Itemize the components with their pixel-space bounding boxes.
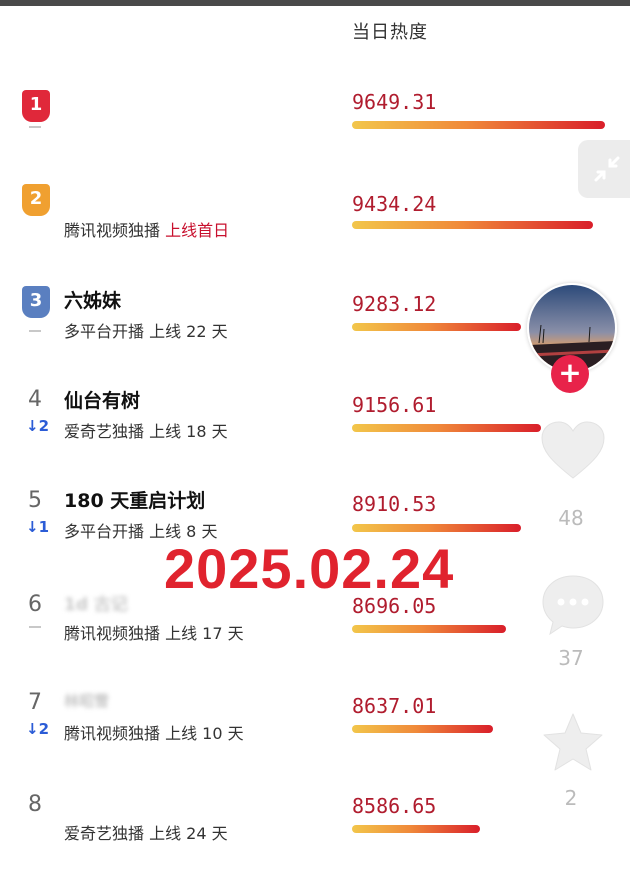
item-subtitle: 爱奇艺独播 上线 24 天 — [64, 824, 228, 843]
item-title: 1d 古记 — [64, 595, 128, 615]
rank-number: 8 — [28, 792, 42, 817]
collapse-icon — [594, 156, 620, 182]
item-title: 180 天重启计划 — [64, 490, 206, 512]
heat-bar — [352, 121, 605, 129]
comment-count: 37 — [558, 646, 584, 670]
rank-change: ↓2 — [26, 417, 50, 435]
comment-button[interactable] — [540, 572, 606, 642]
item-subtitle: 腾讯视频独播 上线首日 — [64, 221, 230, 240]
rank-badge: 3 — [22, 286, 50, 318]
list-item[interactable]: 6 1d 古记 腾讯视频独播 上线 17 天 8696.05 — [0, 588, 630, 688]
item-subtitle: 腾讯视频独播 上线 10 天 — [64, 724, 244, 743]
heat-bar — [352, 825, 480, 833]
top-divider — [0, 0, 630, 6]
rank-number: 7 — [28, 690, 42, 715]
item-subtitle: 腾讯视频独播 上线 17 天 — [64, 624, 244, 643]
rank-unchanged-dash — [29, 626, 41, 628]
heat-bar — [352, 725, 493, 733]
item-subtitle: 多平台开播 上线 22 天 — [64, 322, 228, 341]
list-item[interactable]: 2 腾讯视频独播 上线首日 9434.24 — [0, 180, 630, 280]
list-item[interactable]: 1 9649.31 — [0, 80, 630, 180]
list-item[interactable]: 8 爱奇艺独播 上线 24 天 8586.65 — [0, 790, 630, 890]
heat-score: 9649.31 — [352, 90, 437, 114]
heat-bar — [352, 323, 521, 331]
rank-number: 4 — [28, 387, 42, 412]
rank-change: ↓2 — [26, 720, 50, 738]
item-title: 六姊妹 — [64, 290, 122, 312]
heat-score: 8910.53 — [352, 492, 437, 516]
favorite-button[interactable] — [540, 710, 606, 780]
heat-score: 8637.01 — [352, 694, 437, 718]
column-header: 当日热度 — [352, 22, 428, 43]
list-item[interactable]: 7 ↓2 林昭雪 腾讯视频独播 上线 10 天 8637.01 — [0, 688, 630, 788]
rank-badge: 1 — [22, 90, 50, 122]
like-button[interactable] — [540, 420, 606, 486]
heat-score: 9283.12 — [352, 292, 437, 316]
heat-score: 9434.24 — [352, 192, 437, 216]
item-title: 仙台有树 — [64, 390, 141, 412]
item-title: 林昭雪 — [64, 692, 110, 710]
rank-change: ↓1 — [26, 518, 50, 536]
rank-number: 6 — [28, 592, 42, 617]
heat-bar — [352, 524, 521, 532]
rank-number: 5 — [28, 488, 42, 513]
heat-bar — [352, 221, 593, 229]
list-item[interactable]: 4 ↓2 仙台有树 爱奇艺独播 上线 18 天 9156.61 — [0, 383, 630, 483]
rank-unchanged-dash — [29, 330, 41, 332]
heat-score: 8586.65 — [352, 794, 437, 818]
favorite-count: 2 — [564, 786, 578, 810]
follow-plus-button[interactable]: + — [551, 355, 589, 393]
heat-bar — [352, 625, 506, 633]
collapse-tab[interactable] — [578, 140, 630, 198]
star-icon — [543, 713, 603, 771]
heart-icon — [541, 421, 605, 479]
heat-bar — [352, 424, 541, 432]
comment-icon — [542, 575, 604, 636]
heat-score: 9156.61 — [352, 393, 437, 417]
date-watermark: 2025.02.24 — [164, 537, 455, 600]
item-subtitle: 爱奇艺独播 上线 18 天 — [64, 422, 228, 441]
like-count: 48 — [558, 506, 584, 530]
rank-unchanged-dash — [29, 126, 41, 128]
rank-badge: 2 — [22, 184, 50, 216]
